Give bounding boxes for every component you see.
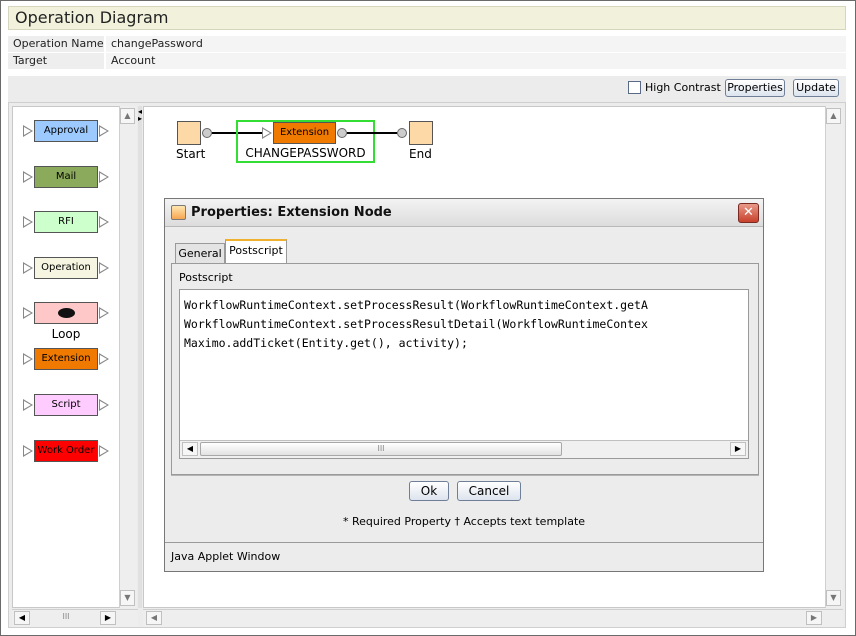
palette-work-order-label: Work Order [37, 445, 95, 456]
end-node[interactable] [409, 121, 433, 145]
palette-scroll-right-button[interactable]: ▶ [100, 611, 116, 625]
palette-loop-node[interactable] [34, 302, 98, 324]
dialog-legend: * Required Property † Accepts text templ… [342, 515, 586, 528]
extension-output-port-icon[interactable] [337, 128, 347, 138]
dialog-divider [171, 475, 759, 476]
palette-splitter[interactable] [138, 106, 142, 608]
palette-operation-label: Operation [41, 262, 91, 273]
applet-warning-bar: Java Applet Window [165, 542, 763, 571]
script-input-arrow-icon [23, 399, 33, 411]
palette-approval-node[interactable]: Approval [34, 120, 98, 142]
palette-work-order-node[interactable]: Work Order [34, 440, 98, 462]
update-button[interactable]: Update [793, 79, 839, 97]
mail-input-arrow-icon [23, 171, 33, 183]
canvas-scroll-right-button[interactable]: ▶ [806, 611, 822, 625]
work-order-input-arrow-icon [23, 445, 33, 457]
extension-node-input-arrow-icon [262, 127, 272, 139]
code-line-3: Maximo.addTicket(Entity.get(), activity)… [184, 336, 468, 350]
editor-scroll-right-button[interactable]: ▶ [730, 442, 746, 456]
ok-button[interactable]: Ok [409, 481, 449, 501]
end-input-port-icon[interactable] [397, 128, 407, 138]
palette-script-node[interactable]: Script [34, 394, 98, 416]
editor-scroll-left-button[interactable]: ◀ [182, 442, 198, 456]
code-line-2: WorkflowRuntimeContext.setProcessResultD… [184, 317, 648, 331]
code-line-1: WorkflowRuntimeContext.setProcessResult(… [184, 298, 648, 312]
mail-output-arrow-icon [99, 171, 109, 183]
palette-mail-label: Mail [55, 171, 77, 182]
dialog-close-button[interactable]: ✕ [738, 203, 759, 223]
operation-name-value: changePassword [106, 36, 846, 52]
loop-ellipse-icon [58, 308, 75, 318]
operation-output-arrow-icon [99, 262, 109, 274]
palette-operation-node[interactable]: Operation [34, 257, 98, 279]
java-cup-icon [171, 205, 186, 220]
loop-input-arrow-icon [23, 307, 33, 319]
rfi-input-arrow-icon [23, 216, 33, 228]
palette-mail-node[interactable]: Mail [34, 166, 98, 188]
loop-output-arrow-icon [99, 307, 109, 319]
editor-scroll-thumb[interactable]: III [200, 442, 562, 456]
target-value: Account [106, 53, 846, 69]
tab-general[interactable]: General [175, 243, 225, 263]
target-label: Target [8, 53, 104, 69]
canvas-vertical-scrollbar[interactable] [825, 106, 843, 608]
palette-scroll-left-button[interactable]: ◀ [14, 611, 30, 625]
properties-dialog: Properties: Extension Node ✕ General Pos… [164, 198, 764, 572]
work-order-output-arrow-icon [99, 445, 109, 457]
start-node-label: Start [176, 147, 206, 161]
extension-input-arrow-icon [23, 353, 33, 365]
start-output-port-icon[interactable] [202, 128, 212, 138]
extension-node[interactable]: Extension [273, 122, 336, 144]
rfi-output-arrow-icon [99, 216, 109, 228]
page-title: Operation Diagram [8, 6, 846, 30]
palette-vertical-scrollbar[interactable] [119, 106, 137, 608]
high-contrast-checkbox[interactable] [628, 81, 641, 94]
palette-loop-label: Loop [51, 327, 81, 341]
extension-output-arrow-icon [99, 353, 109, 365]
extension-node-caption: CHANGEPASSWORD [245, 146, 366, 160]
high-contrast-label: High Contrast [645, 81, 721, 94]
start-node[interactable] [177, 121, 201, 145]
approval-input-arrow-icon [23, 125, 33, 137]
canvas-scroll-left-button[interactable]: ◀ [146, 611, 162, 625]
palette-approval-label: Approval [43, 125, 89, 136]
script-output-arrow-icon [99, 399, 109, 411]
palette-rfi-node[interactable]: RFI [34, 211, 98, 233]
palette-script-label: Script [51, 399, 81, 410]
dialog-title: Properties: Extension Node [165, 199, 763, 227]
extension-end-connector [347, 132, 397, 134]
palette-extension-node[interactable]: Extension [34, 348, 98, 370]
canvas-horizontal-scrollbar[interactable] [143, 609, 843, 627]
end-node-label: End [409, 147, 432, 161]
approval-output-arrow-icon [99, 125, 109, 137]
palette-scroll-up-button[interactable]: ▲ [120, 108, 135, 124]
tab-postscript[interactable]: Postscript [225, 239, 287, 264]
operation-input-arrow-icon [23, 262, 33, 274]
postscript-editor[interactable]: WorkflowRuntimeContext.setProcessResult(… [179, 289, 749, 459]
canvas-scroll-up-button[interactable]: ▲ [826, 108, 841, 124]
postscript-section-label: Postscript [179, 271, 233, 284]
palette-extension-label: Extension [41, 353, 91, 364]
canvas-scroll-down-button[interactable]: ▼ [826, 590, 841, 606]
palette-scroll-thumb-grip[interactable]: III [56, 612, 76, 624]
palette-rfi-label: RFI [58, 216, 74, 227]
palette-scroll-down-button[interactable]: ▼ [120, 590, 135, 606]
properties-button[interactable]: Properties [725, 79, 785, 97]
cancel-button[interactable]: Cancel [457, 481, 521, 501]
operation-name-label: Operation Name [8, 36, 104, 52]
